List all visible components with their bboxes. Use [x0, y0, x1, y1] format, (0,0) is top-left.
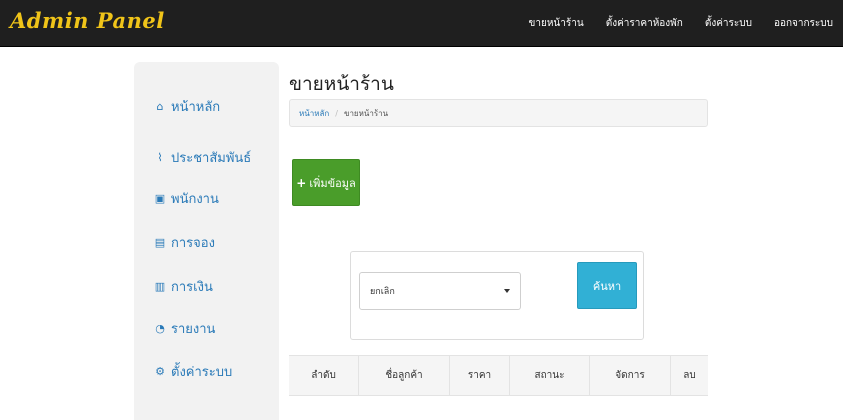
gear-icon: ⚙ — [155, 365, 165, 378]
breadcrumb-home-link[interactable]: หน้าหลัก — [299, 107, 329, 120]
sidebar-item-label: ตั้งค่าระบบ — [171, 365, 233, 380]
sidebar-item-employees[interactable]: ▣ พนักงาน — [153, 188, 219, 209]
nav-links: ขายหน้าร้าน ตั้งค่าราคาห้องพัก ตั้งค่าระ… — [507, 0, 833, 47]
nav-link-room-price-settings[interactable]: ตั้งค่าราคาห้องพัก — [606, 16, 683, 31]
sidebar-item-label: พนักงาน — [171, 192, 219, 207]
sidebar: ⌂ หน้าหลัก ⌇ ประชาสัมพันธ์ ▣ พนักงาน ▤ ก… — [134, 62, 279, 420]
search-button[interactable]: ค้นหา — [577, 262, 637, 309]
sidebar-item-label: หน้าหลัก — [171, 100, 221, 115]
search-panel: ยกเลิก ค้นหา — [350, 251, 644, 340]
id-card-icon: ▣ — [154, 192, 166, 205]
status-select-value: ยกเลิก — [370, 287, 395, 297]
sidebar-item-label: การจอง — [171, 236, 215, 251]
sidebar-item-label: การเงิน — [171, 280, 213, 295]
calendar-icon: ▤ — [154, 236, 166, 249]
rss-icon: ⌇ — [157, 151, 163, 164]
sidebar-item-announcements[interactable]: ⌇ ประชาสัมพันธ์ — [153, 147, 251, 168]
document-icon: ▥ — [154, 280, 166, 293]
breadcrumb: หน้าหลัก / ขายหน้าร้าน — [289, 99, 708, 127]
table-header-cell: ชื่อลูกค้า — [385, 370, 423, 381]
table-header-cell: สถานะ — [534, 370, 565, 381]
table-header-cell: จัดการ — [615, 370, 645, 381]
sidebar-item-label: ประชาสัมพันธ์ — [171, 151, 252, 166]
nav-link-front-sales[interactable]: ขายหน้าร้าน — [529, 16, 584, 31]
plus-icon: + — [296, 175, 307, 190]
caret-down-icon — [504, 289, 510, 293]
add-data-button-label: เพิ่มข้อมูล — [309, 176, 356, 190]
table-header-cell: ราคา — [467, 370, 492, 381]
top-navbar: Admin Panel ขายหน้าร้าน ตั้งค่าราคาห้องพ… — [0, 0, 843, 47]
table-header-cell: ลำดับ — [311, 370, 336, 381]
table-header-cell: ลบ — [683, 370, 696, 381]
page-title: ขายหน้าร้าน — [289, 73, 394, 95]
sidebar-item-finance[interactable]: ▥ การเงิน — [153, 276, 213, 297]
add-data-button[interactable]: + เพิ่มข้อมูล — [292, 159, 360, 206]
status-select[interactable]: ยกเลิก — [359, 272, 521, 310]
nav-link-system-settings[interactable]: ตั้งค่าระบบ — [705, 16, 752, 31]
chart-icon: ◔ — [155, 322, 165, 335]
home-icon: ⌂ — [156, 100, 164, 113]
nav-link-logout[interactable]: ออกจากระบบ — [774, 16, 833, 31]
table-header-row: ลำดับ ชื่อลูกค้า ราคา สถานะ จัดการ ลบ — [289, 355, 708, 396]
breadcrumb-current: ขายหน้าร้าน — [343, 108, 389, 118]
sidebar-item-home[interactable]: ⌂ หน้าหลัก — [153, 96, 221, 117]
sidebar-item-label: รายงาน — [171, 322, 216, 337]
sidebar-item-settings[interactable]: ⚙ ตั้งค่าระบบ — [153, 361, 232, 382]
breadcrumb-separator: / — [335, 108, 338, 118]
brand-logo[interactable]: Admin Panel — [10, 8, 165, 33]
sidebar-item-reports[interactable]: ◔ รายงาน — [153, 318, 215, 339]
sidebar-item-bookings[interactable]: ▤ การจอง — [153, 232, 215, 253]
